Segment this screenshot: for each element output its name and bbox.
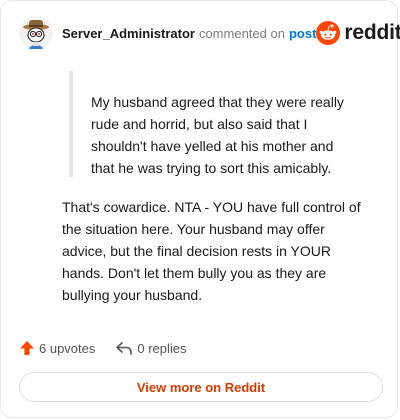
- reply-button[interactable]: 0 replies: [115, 340, 187, 356]
- reddit-wordmark: reddit: [344, 21, 400, 44]
- comment-actions: 6 upvotes 0 replies: [19, 337, 187, 359]
- reply-count: 0 replies: [137, 340, 187, 356]
- post-link[interactable]: post: [289, 26, 316, 41]
- comment-card: Server_Administrator commented on post r…: [0, 0, 400, 418]
- username[interactable]: Server_Administrator: [62, 26, 195, 41]
- view-more-button[interactable]: View more on Reddit: [19, 372, 383, 402]
- comment-body: That's cowardice. NTA - YOU have full co…: [62, 199, 361, 303]
- upvote-arrow-icon: [20, 341, 34, 355]
- reddit-snoo-icon: [316, 21, 341, 45]
- commented-on-text: commented on: [198, 25, 285, 41]
- user-avatar[interactable]: [19, 16, 53, 50]
- upvote-count: 6 upvotes: [39, 340, 96, 356]
- comment-header: Server_Administrator commented on post r…: [19, 15, 400, 51]
- comment-meta: Server_Administrator commented on post: [62, 26, 316, 41]
- quoted-text: My husband agreed that they were really …: [69, 71, 359, 177]
- reply-arrow-icon: [116, 342, 133, 355]
- avatar-icon: [19, 16, 53, 50]
- upvote-button[interactable]: 6 upvotes: [19, 340, 95, 356]
- reddit-logo[interactable]: reddit: [316, 21, 400, 45]
